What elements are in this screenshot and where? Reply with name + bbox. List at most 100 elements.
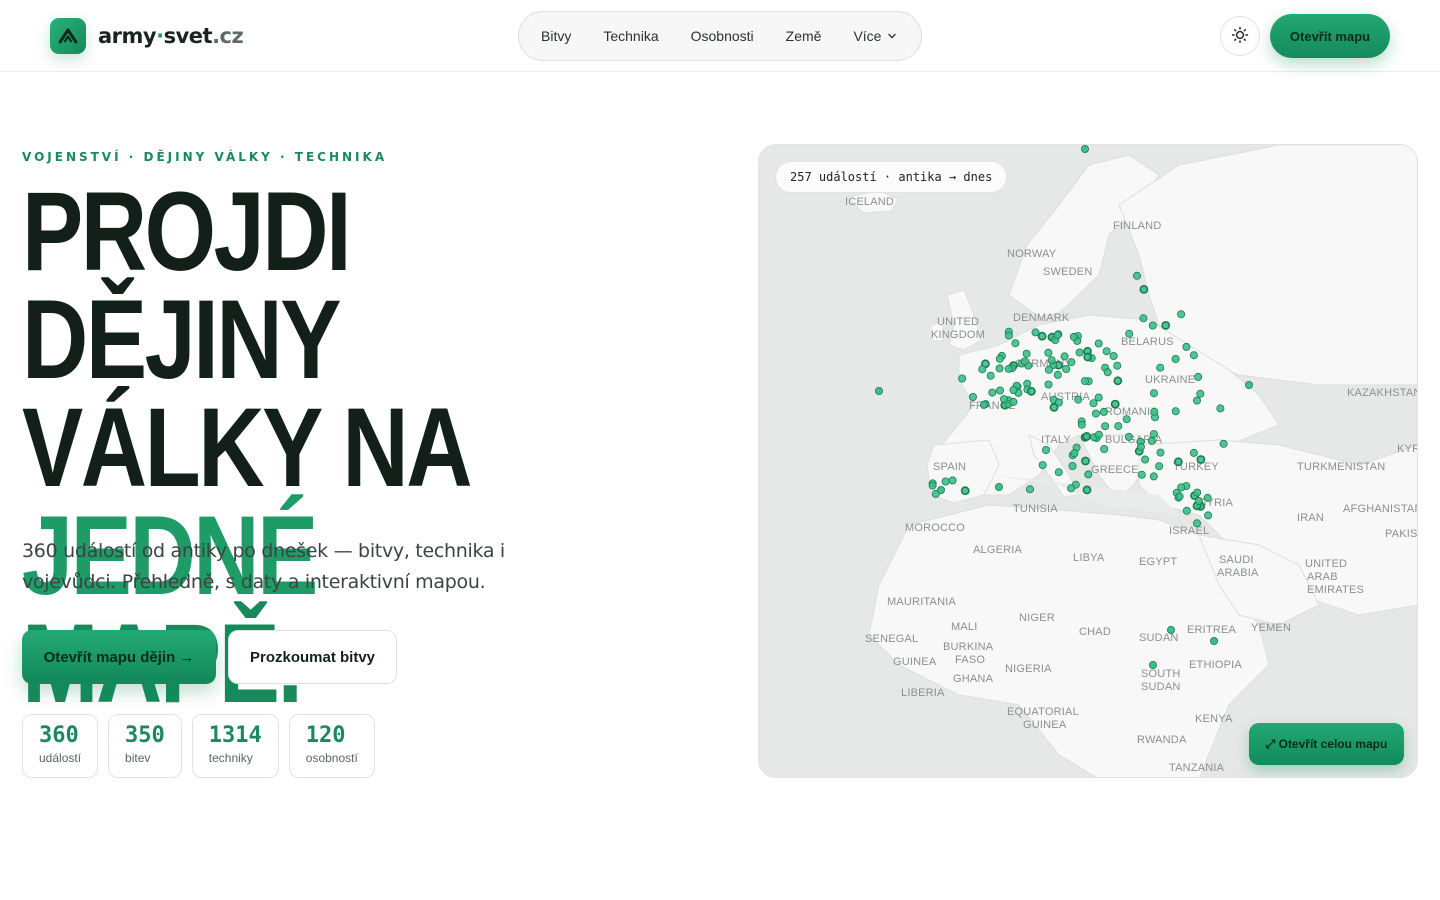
event-marker[interactable]	[1196, 455, 1206, 464]
event-marker[interactable]	[1038, 461, 1047, 470]
nav-item-osobnosti[interactable]: Osobnosti	[675, 18, 770, 54]
event-marker[interactable]	[1147, 436, 1156, 445]
logo[interactable]: army·svet.cz	[50, 18, 244, 54]
event-marker[interactable]	[1194, 496, 1203, 505]
event-marker[interactable]	[994, 482, 1003, 491]
event-marker[interactable]	[1081, 456, 1090, 466]
event-marker[interactable]	[979, 400, 988, 409]
open-history-map-button[interactable]: Otevřít mapu dějin →	[22, 630, 216, 684]
event-marker[interactable]	[958, 374, 967, 383]
event-marker[interactable]	[1053, 370, 1062, 379]
event-marker[interactable]	[875, 386, 884, 395]
event-marker[interactable]	[1082, 485, 1092, 495]
event-marker[interactable]	[1132, 271, 1141, 280]
event-marker[interactable]	[1070, 449, 1079, 458]
event-marker[interactable]	[1171, 407, 1180, 416]
event-marker[interactable]	[1114, 422, 1123, 431]
event-marker[interactable]	[1137, 470, 1146, 479]
event-marker[interactable]	[1101, 422, 1110, 431]
event-marker[interactable]	[1109, 351, 1118, 360]
event-marker[interactable]	[1080, 145, 1089, 153]
event-marker[interactable]	[1067, 484, 1076, 493]
event-marker[interactable]	[1149, 430, 1158, 439]
event-marker[interactable]	[1054, 468, 1063, 477]
nav-item-bitvy[interactable]: Bitvy	[525, 18, 587, 54]
event-marker[interactable]	[1113, 376, 1123, 386]
event-marker[interactable]	[1244, 380, 1253, 389]
event-marker[interactable]	[1177, 310, 1186, 319]
event-marker[interactable]	[1062, 364, 1071, 373]
event-marker[interactable]	[1194, 372, 1203, 381]
event-marker[interactable]	[1004, 364, 1013, 373]
explore-battles-button[interactable]: Prozkoumat bitvy	[228, 630, 397, 684]
event-marker[interactable]	[1026, 386, 1036, 396]
event-marker[interactable]	[1192, 519, 1201, 528]
event-marker[interactable]	[1161, 320, 1171, 330]
event-marker[interactable]	[1075, 348, 1084, 357]
event-map[interactable]: ICELAND FINLAND NORWAY SWEDEN UNITED KINGDOM D…	[758, 144, 1418, 778]
event-marker[interactable]	[1182, 342, 1191, 351]
event-marker[interactable]	[1094, 430, 1103, 439]
event-marker[interactable]	[1089, 399, 1098, 408]
event-marker[interactable]	[1091, 409, 1100, 418]
event-marker[interactable]	[1011, 339, 1020, 348]
event-marker[interactable]	[1067, 358, 1076, 367]
event-marker[interactable]	[995, 386, 1004, 395]
event-marker[interactable]	[1173, 457, 1183, 467]
event-marker[interactable]	[1060, 352, 1069, 361]
event-marker[interactable]	[1141, 455, 1150, 464]
event-marker[interactable]	[1166, 625, 1175, 634]
event-marker[interactable]	[999, 395, 1008, 404]
event-marker[interactable]	[1094, 393, 1103, 402]
event-marker[interactable]	[1196, 389, 1205, 398]
event-marker[interactable]	[978, 365, 987, 374]
event-marker[interactable]	[1044, 365, 1053, 374]
event-marker[interactable]	[1156, 363, 1165, 372]
event-marker[interactable]	[1219, 439, 1228, 448]
event-marker[interactable]	[1009, 397, 1018, 406]
event-marker[interactable]	[1216, 404, 1225, 413]
event-marker[interactable]	[1136, 442, 1145, 451]
event-marker[interactable]	[1149, 389, 1158, 398]
event-marker[interactable]	[1102, 347, 1111, 356]
event-marker[interactable]	[1044, 380, 1053, 389]
event-marker[interactable]	[968, 392, 977, 401]
event-marker[interactable]	[1099, 407, 1108, 416]
event-marker[interactable]	[1113, 361, 1122, 370]
event-marker[interactable]	[1148, 321, 1157, 330]
event-marker[interactable]	[1182, 506, 1191, 515]
event-marker[interactable]	[1175, 492, 1184, 501]
event-marker[interactable]	[1077, 420, 1086, 429]
event-marker[interactable]	[1189, 448, 1198, 457]
event-marker[interactable]	[1148, 661, 1157, 670]
event-marker[interactable]	[1171, 354, 1180, 363]
event-marker[interactable]	[1082, 431, 1092, 441]
event-marker[interactable]	[1189, 351, 1198, 360]
event-marker[interactable]	[1193, 488, 1202, 497]
event-marker[interactable]	[1037, 331, 1047, 341]
event-marker[interactable]	[988, 388, 997, 397]
event-marker[interactable]	[941, 477, 950, 486]
map-canvas[interactable]: ICELANDFINLANDNORWAYSWEDENUNITEDKINGDOMD…	[759, 145, 1418, 778]
nav-item-vice[interactable]: Více	[837, 18, 913, 54]
event-marker[interactable]	[928, 481, 937, 490]
event-marker[interactable]	[1125, 329, 1134, 338]
event-marker[interactable]	[1004, 331, 1013, 340]
event-marker[interactable]	[1068, 461, 1077, 470]
open-full-map-button[interactable]: ⤢ Otevřít celou mapu	[1249, 723, 1404, 765]
event-marker[interactable]	[1020, 357, 1029, 366]
event-marker[interactable]	[1110, 399, 1120, 409]
event-marker[interactable]	[1124, 432, 1133, 441]
event-marker[interactable]	[960, 486, 970, 496]
event-marker[interactable]	[995, 364, 1004, 373]
event-marker[interactable]	[1025, 485, 1034, 494]
event-marker[interactable]	[1049, 402, 1059, 412]
event-marker[interactable]	[1155, 462, 1164, 471]
event-marker[interactable]	[1022, 349, 1031, 358]
event-marker[interactable]	[1074, 395, 1083, 404]
nav-item-zeme[interactable]: Země	[770, 18, 838, 54]
event-marker[interactable]	[1080, 377, 1089, 386]
event-marker[interactable]	[1009, 385, 1018, 394]
event-marker[interactable]	[1156, 448, 1165, 457]
event-marker[interactable]	[948, 476, 957, 485]
